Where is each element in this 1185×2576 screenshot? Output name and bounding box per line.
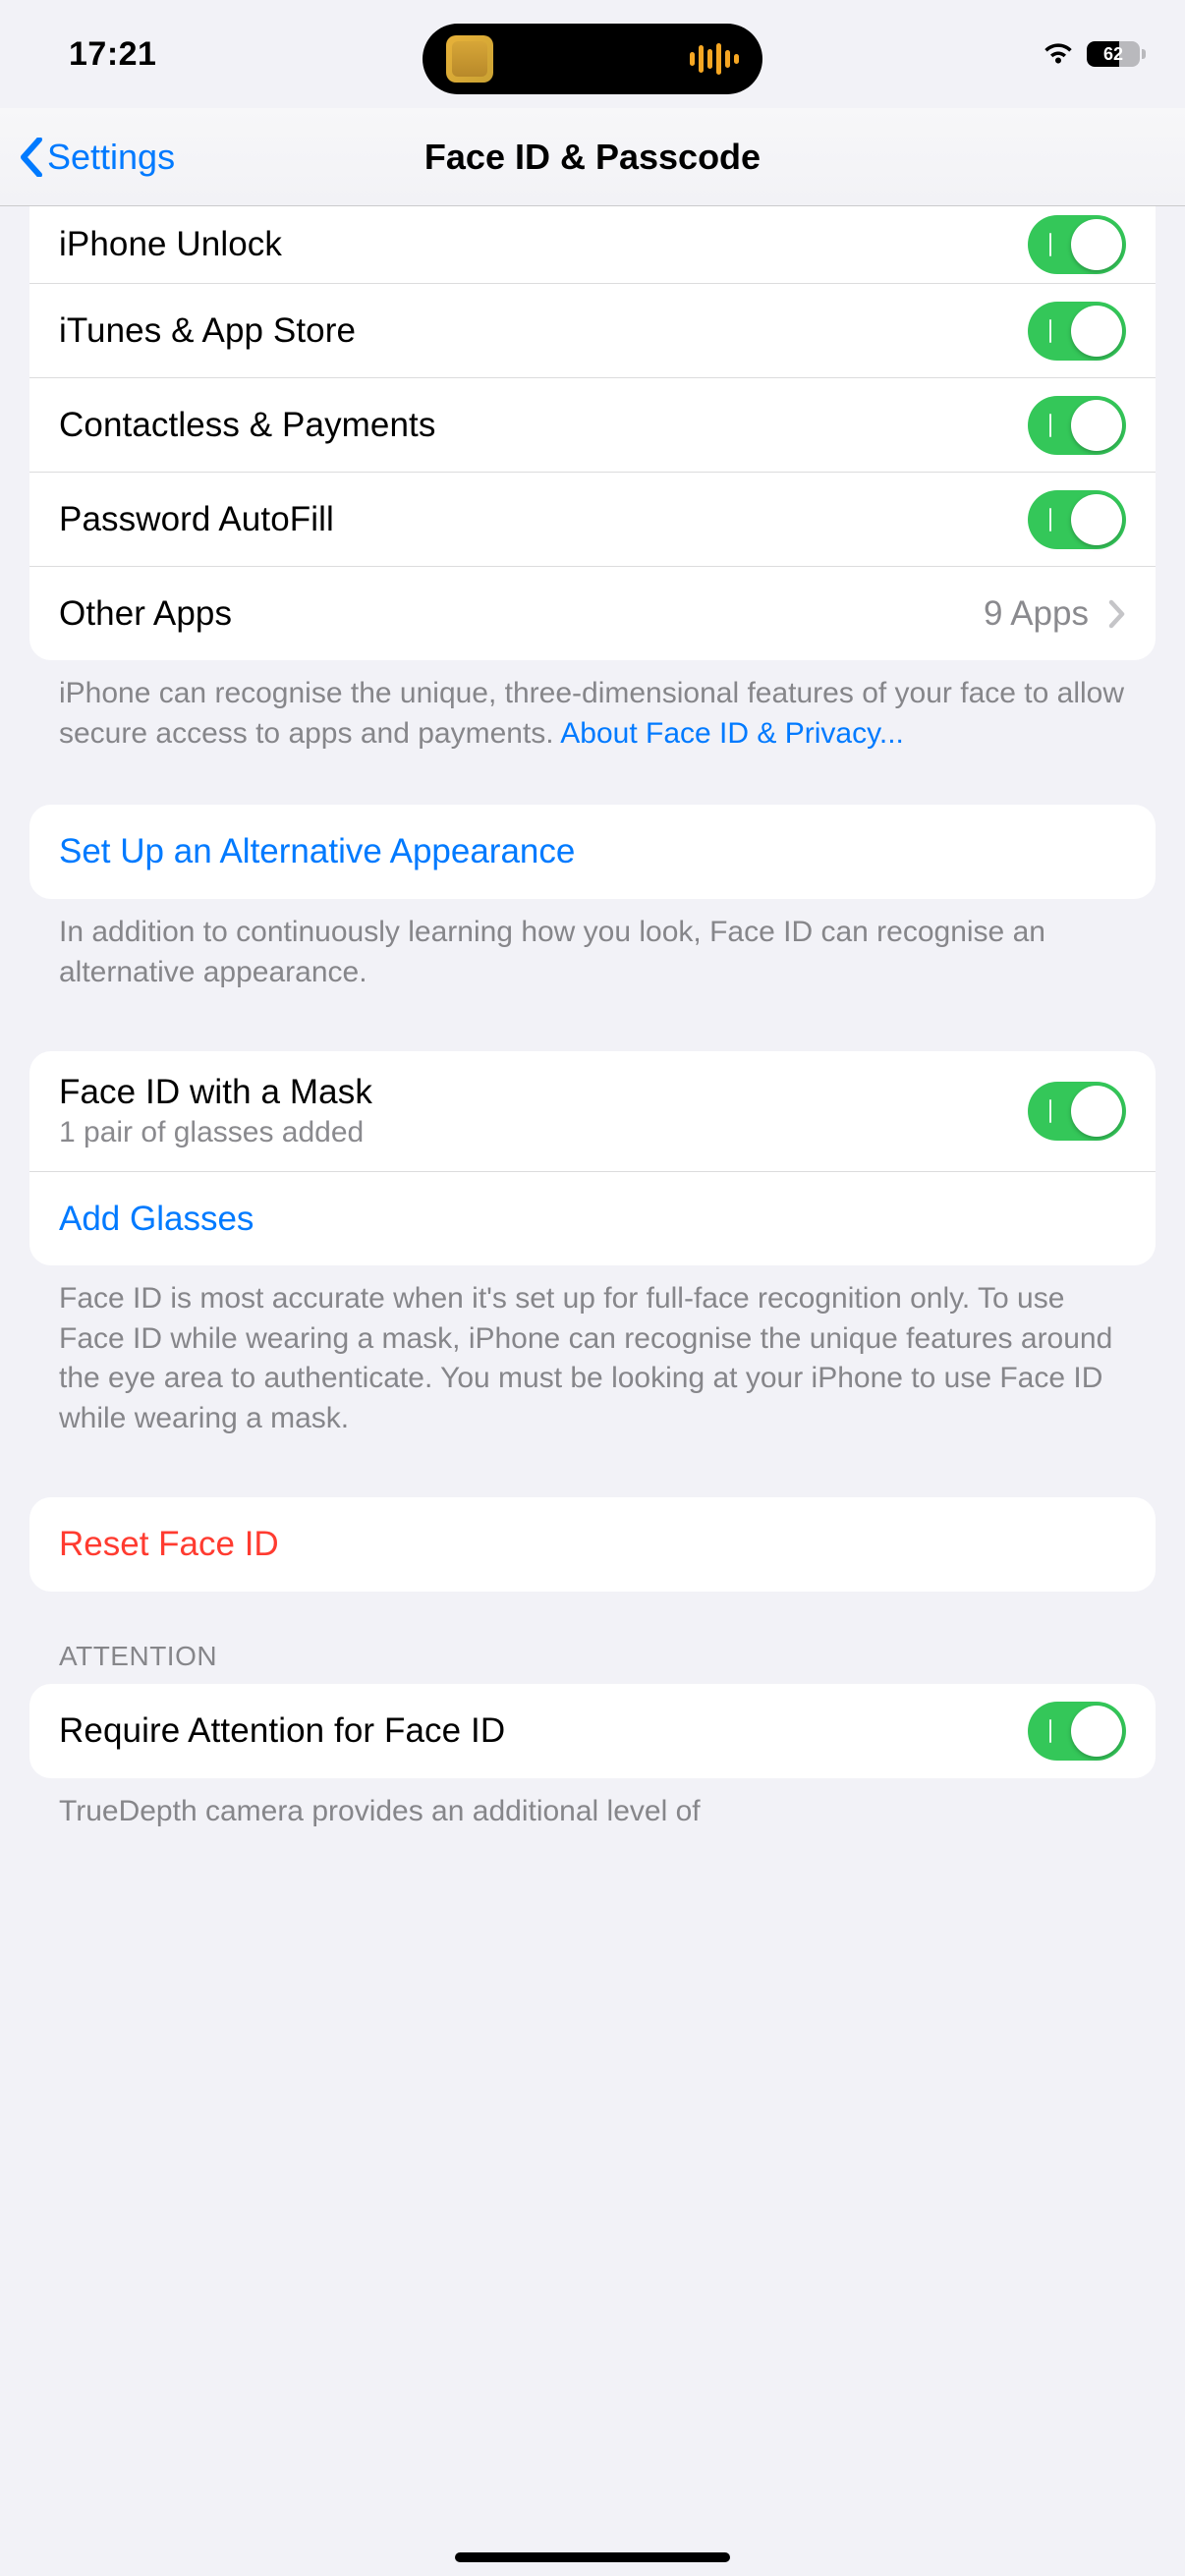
nav-bar: Settings Face ID & Passcode — [0, 108, 1185, 206]
now-playing-artwork-icon — [446, 35, 493, 83]
toggle-contactless-payments[interactable] — [1028, 396, 1126, 455]
add-glasses-label: Add Glasses — [59, 1200, 254, 1239]
attention-footer-partial: TrueDepth camera provides an additional … — [0, 1778, 1185, 1832]
battery-indicator: 62 — [1087, 41, 1146, 67]
audio-waveform-icon — [690, 43, 739, 75]
row-label: Other Apps — [59, 594, 964, 634]
other-apps-count: 9 Apps — [984, 594, 1089, 634]
dynamic-island[interactable] — [423, 24, 762, 94]
attention-group: Require Attention for Face ID — [29, 1684, 1156, 1778]
row-itunes-appstore: iTunes & App Store — [29, 283, 1156, 377]
settings-scroll[interactable]: iPhone Unlock iTunes & App Store Contact… — [0, 206, 1185, 2576]
home-indicator[interactable] — [455, 2552, 730, 2562]
status-time: 17:21 — [69, 35, 226, 74]
row-contactless-payments: Contactless & Payments — [29, 377, 1156, 472]
alt-appearance-footer: In addition to continuously learning how… — [0, 899, 1185, 992]
back-label: Settings — [47, 137, 175, 178]
row-setup-alt-appearance[interactable]: Set Up an Alternative Appearance — [29, 805, 1156, 899]
row-label: Password AutoFill — [59, 500, 1008, 539]
use-faceid-footer: iPhone can recognise the unique, three-d… — [0, 660, 1185, 754]
row-require-attention: Require Attention for Face ID — [29, 1684, 1156, 1778]
toggle-itunes-appstore[interactable] — [1028, 302, 1126, 361]
reset-faceid-label: Reset Face ID — [59, 1525, 279, 1564]
row-password-autofill: Password AutoFill — [29, 472, 1156, 566]
row-label: iPhone Unlock — [59, 225, 1008, 264]
wifi-icon — [1042, 42, 1075, 66]
about-faceid-privacy-link[interactable]: About Face ID & Privacy... — [560, 717, 904, 750]
row-iphone-unlock: iPhone Unlock — [29, 206, 1156, 283]
battery-percent: 62 — [1087, 41, 1140, 67]
chevron-right-icon — [1108, 599, 1126, 629]
row-label: Face ID with a Mask — [59, 1073, 1008, 1112]
toggle-iphone-unlock[interactable] — [1028, 215, 1126, 274]
glasses-subtitle: 1 pair of glasses added — [59, 1116, 1008, 1149]
toggle-password-autofill[interactable] — [1028, 490, 1126, 549]
setup-alt-appearance-label: Set Up an Alternative Appearance — [59, 832, 575, 871]
row-label: Contactless & Payments — [59, 406, 1008, 445]
toggle-require-attention[interactable] — [1028, 1702, 1126, 1761]
back-button[interactable]: Settings — [0, 137, 175, 178]
status-right: 62 — [988, 41, 1146, 67]
row-faceid-mask: Face ID with a Mask 1 pair of glasses ad… — [29, 1051, 1156, 1171]
row-reset-faceid[interactable]: Reset Face ID — [29, 1497, 1156, 1592]
nav-title: Face ID & Passcode — [0, 137, 1185, 178]
use-faceid-group: iPhone Unlock iTunes & App Store Contact… — [29, 206, 1156, 660]
row-label: iTunes & App Store — [59, 311, 1008, 351]
row-other-apps[interactable]: Other Apps 9 Apps — [29, 566, 1156, 660]
row-add-glasses[interactable]: Add Glasses — [29, 1171, 1156, 1265]
row-label: Require Attention for Face ID — [59, 1711, 1008, 1751]
mask-group: Face ID with a Mask 1 pair of glasses ad… — [29, 1051, 1156, 1265]
reset-group: Reset Face ID — [29, 1497, 1156, 1592]
mask-footer: Face ID is most accurate when it's set u… — [0, 1265, 1185, 1438]
alt-appearance-group: Set Up an Alternative Appearance — [29, 805, 1156, 899]
toggle-faceid-mask[interactable] — [1028, 1082, 1126, 1141]
attention-header: ATTENTION — [0, 1592, 1185, 1684]
